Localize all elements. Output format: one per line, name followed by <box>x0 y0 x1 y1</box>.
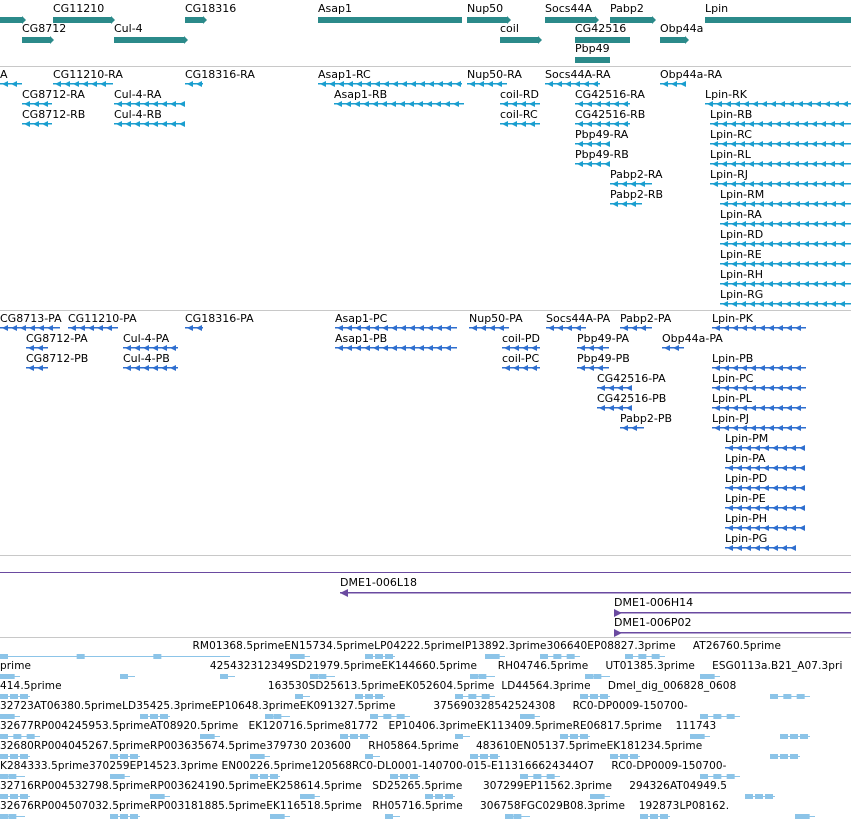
est-track: RM01368.5primeEN15734.5primeLP04222.5pri… <box>0 0 851 822</box>
est-row-label: K284333.5prime370259EP14523.3prime EN002… <box>0 760 727 772</box>
est-row-label: 32677RP004245953.5primeAT08920.5prime EK… <box>0 720 717 732</box>
est-feature[interactable] <box>780 734 810 740</box>
est-feature[interactable] <box>770 754 800 760</box>
est-row-label: 32680RP004045267.5primeRP003635674.5prim… <box>0 740 703 752</box>
est-feature[interactable] <box>795 814 815 820</box>
est-row-label: 32723AT06380.5primeLD35425.3primeEP10648… <box>0 700 688 712</box>
est-feature[interactable] <box>745 794 775 800</box>
est-row-label: prime 425432312349SD21979.5primeEK144660… <box>0 660 843 672</box>
est-feature[interactable] <box>770 694 810 700</box>
est-feature[interactable] <box>0 814 25 820</box>
est-feature[interactable] <box>270 814 290 820</box>
est-row-label: 414.5prime 163530SD25613.5primeEK052604.… <box>0 680 737 692</box>
est-feature[interactable] <box>505 814 530 820</box>
est-row-label: 32716RP004532798.5primeRP003624190.5prim… <box>0 780 728 792</box>
est-row-label: RM01368.5primeEN15734.5primeLP04222.5pri… <box>0 640 782 652</box>
genome-browser-viewport[interactable]: CG11210 CG18316 Asap1 Nup50 Socs44A Pabp2 Lpin… <box>0 0 851 822</box>
est-row-label: 32676RP004507032.5primeRP003181885.5prim… <box>0 800 730 812</box>
est-feature[interactable] <box>385 814 400 820</box>
est-feature[interactable] <box>640 814 670 820</box>
est-feature[interactable] <box>110 814 140 820</box>
